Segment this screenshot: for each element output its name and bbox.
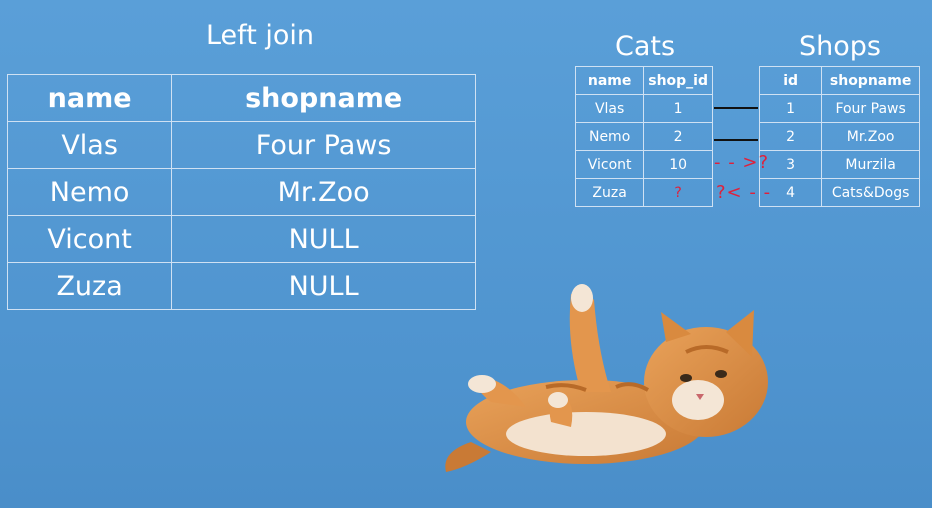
column-header: shop_id [643,66,713,95]
table-row: Vicont 10 [574,150,713,179]
join-link-row1 [714,107,758,109]
table-row: Vlas 1 [574,94,713,123]
shops-table-title: Shops [799,31,881,62]
zuza-unmatched-marker: ?< - - [716,182,772,203]
column-header: id [758,66,823,95]
shops-table: id shopname 1 Four Paws 2 Mr.Zoo 3 Murzi… [758,66,920,207]
table-header-row: name shop_id [574,66,713,95]
cats-table-title: Cats [614,31,676,62]
column-header: shopname [821,66,920,95]
table-cell: Nemo [574,122,645,151]
unknown-shop-id-cell: ? [643,178,713,207]
table-cell: 1 [643,94,713,123]
table-row: 2 Mr.Zoo [758,122,920,151]
column-header: name [6,74,173,122]
table-cell: Vicont [574,150,645,179]
table-header-row: id shopname [758,66,920,95]
table-cell: Cats&Dogs [821,178,920,207]
table-row: Zuza NULL [6,262,476,310]
table-cell: NULL [171,262,476,310]
table-row: 4 Cats&Dogs [758,178,920,207]
table-cell: Zuza [574,178,645,207]
table-cell: Murzila [821,150,920,179]
table-cell: Four Paws [171,121,476,169]
table-header-row: name shopname [6,74,476,122]
column-header: name [574,66,645,95]
cats-table: name shop_id Vlas 1 Nemo 2 Vicont 10 Zuz… [574,66,713,207]
table-cell: Mr.Zoo [171,168,476,216]
cat-image [445,284,768,472]
table-row: Vicont NULL [6,215,476,263]
join-link-row2 [714,139,758,141]
table-cell: Mr.Zoo [821,122,920,151]
table-cell: Vlas [574,94,645,123]
table-row: Nemo 2 [574,122,713,151]
table-row: Zuza ? [574,178,713,207]
table-cell: Vicont [6,215,173,263]
column-header: shopname [171,74,476,122]
table-cell: Four Paws [821,94,920,123]
table-cell: 2 [758,122,823,151]
left-join-table: name shopname Vlas Four Paws Nemo Mr.Zoo… [6,74,476,310]
table-row: Nemo Mr.Zoo [6,168,476,216]
vicont-unmatched-marker: - - >? [714,152,770,173]
table-row: 1 Four Paws [758,94,920,123]
table-cell: 2 [643,122,713,151]
left-join-title: Left join [205,20,314,51]
table-cell: 1 [758,94,823,123]
table-cell: 10 [643,150,713,179]
table-cell: Nemo [6,168,173,216]
table-row: 3 Murzila [758,150,920,179]
table-row: Vlas Four Paws [6,121,476,169]
table-cell: Vlas [6,121,173,169]
table-cell: Zuza [6,262,173,310]
table-cell: NULL [171,215,476,263]
